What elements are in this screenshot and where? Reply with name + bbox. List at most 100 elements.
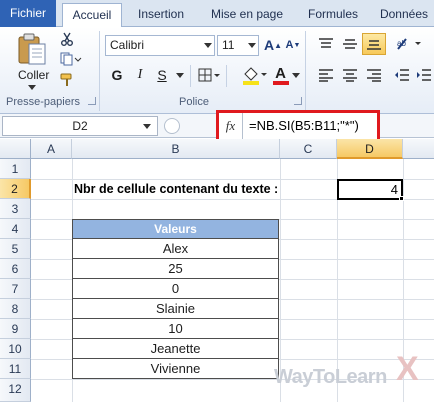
divider [190, 65, 191, 87]
row-header-5[interactable]: 5 [0, 239, 31, 259]
table-header-valeurs[interactable]: Valeurs [72, 219, 279, 239]
row-header-2[interactable]: 2 [0, 179, 31, 199]
align-right-button[interactable] [364, 65, 384, 85]
column-header-c[interactable]: C [280, 139, 337, 159]
cell-d2-result[interactable]: 4 [337, 179, 403, 200]
bold-icon: G [111, 67, 123, 83]
fill-handle[interactable] [399, 196, 404, 201]
watermark-x: X [396, 350, 419, 388]
row-header-9[interactable]: 9 [0, 319, 31, 339]
table-row[interactable]: Jeanette [72, 339, 279, 359]
bold-button[interactable]: G [107, 65, 127, 85]
paste-dropdown-icon[interactable] [28, 85, 36, 90]
align-middle-button[interactable] [340, 35, 360, 53]
italic-button[interactable]: I [130, 65, 150, 85]
decrease-indent-button[interactable] [392, 65, 412, 85]
column-header-d[interactable]: D [337, 139, 403, 159]
clipboard-launcher-icon[interactable] [88, 97, 96, 105]
column-header-a[interactable]: A [31, 139, 72, 159]
table-row[interactable]: Slainie [72, 299, 279, 319]
orientation-button[interactable]: ab [394, 34, 424, 54]
column-header-b[interactable]: B [72, 139, 280, 159]
chevron-down-icon [248, 43, 256, 48]
fill-color-button[interactable] [240, 63, 268, 87]
tab-page-layout[interactable]: Mise en page [204, 3, 290, 27]
align-left-icon [319, 69, 333, 82]
shrink-font-caret-icon: ▼ [293, 41, 301, 49]
font-group-label: Police [179, 96, 209, 108]
row-header-4[interactable]: 4 [0, 219, 31, 239]
table-row[interactable]: Alex [72, 239, 279, 259]
row-header-3[interactable]: 3 [0, 199, 31, 219]
group-separator [305, 31, 306, 111]
row-header-8[interactable]: 8 [0, 299, 31, 319]
tab-home[interactable]: Accueil [62, 3, 122, 28]
grow-font-icon: A [263, 37, 275, 53]
align-top-button[interactable] [316, 35, 336, 53]
format-painter-button[interactable] [58, 71, 76, 89]
formula-highlight-box: fx =NB.SI(B5:B11;"*") [216, 110, 380, 142]
table-row[interactable]: 25 [72, 259, 279, 279]
font-name-value: Calibri [110, 38, 145, 52]
chevron-down-icon [204, 43, 212, 48]
row-header-7[interactable]: 7 [0, 279, 31, 299]
align-center-icon [343, 69, 357, 82]
svg-text:ab: ab [397, 39, 406, 48]
table-row[interactable]: 0 [72, 279, 279, 299]
divider [226, 65, 227, 87]
underline-button[interactable]: S [152, 65, 172, 85]
paintbrush-icon [60, 73, 72, 86]
align-bottom-icon [367, 40, 381, 50]
row-header-12[interactable]: 12 [0, 379, 31, 402]
insert-function-button[interactable]: fx [219, 113, 243, 139]
underline-icon: S [157, 67, 167, 83]
chevron-down-icon [143, 124, 151, 129]
increase-indent-button[interactable] [414, 65, 434, 85]
paint-bucket-icon [243, 67, 267, 85]
font-size-select[interactable]: 11 [217, 35, 259, 56]
ribbon: Coller Presse-papiers Calibri 11 A ▲ A ▼… [0, 27, 434, 114]
font-color-button[interactable]: A [272, 63, 300, 87]
tab-formulas[interactable]: Formules [300, 3, 366, 27]
copy-button[interactable] [58, 50, 84, 68]
align-center-button[interactable] [340, 65, 360, 85]
watermark-logo: WayToLearn X [274, 350, 419, 389]
grow-font-button[interactable]: A ▲ [264, 36, 282, 54]
font-name-select[interactable]: Calibri [105, 35, 215, 56]
increase-indent-icon [417, 69, 431, 81]
select-all-corner[interactable] [0, 139, 31, 159]
italic-icon: I [137, 67, 143, 82]
scissors-icon [61, 32, 73, 46]
name-box-value: D2 [72, 119, 88, 133]
column-header-e[interactable] [403, 139, 434, 159]
spreadsheet-grid: A B C D 1 2 3 4 5 6 7 8 9 10 11 12 Nbr d… [0, 139, 434, 402]
borders-button[interactable] [196, 65, 222, 85]
shrink-font-button[interactable]: A ▼ [284, 36, 302, 54]
row-header-11[interactable]: 11 [0, 359, 31, 379]
formula-input[interactable]: =NB.SI(B5:B11;"*") [249, 113, 359, 139]
font-size-value: 11 [222, 38, 235, 52]
clipboard-icon [18, 33, 46, 65]
align-left-button[interactable] [316, 65, 336, 85]
cut-button[interactable] [58, 30, 76, 48]
underline-dropdown-icon[interactable] [176, 73, 184, 78]
tab-file[interactable]: Fichier [0, 0, 56, 27]
paste-button[interactable] [14, 31, 50, 67]
align-bottom-button[interactable] [362, 33, 386, 55]
tab-insert[interactable]: Insertion [130, 3, 192, 27]
name-box[interactable]: D2 [2, 116, 158, 136]
font-launcher-icon[interactable] [294, 97, 302, 105]
borders-icon [198, 68, 220, 82]
text-orientation-icon: ab [397, 38, 421, 50]
cell-b2-label[interactable]: Nbr de cellule contenant du texte : [74, 179, 278, 199]
paste-label[interactable]: Coller [18, 68, 49, 82]
table-row[interactable]: Vivienne [72, 359, 279, 379]
tab-data[interactable]: Données [376, 3, 432, 27]
formula-bar-toggle-icon[interactable] [164, 118, 180, 134]
row-header-1[interactable]: 1 [0, 159, 31, 179]
row-header-10[interactable]: 10 [0, 339, 31, 359]
clipboard-group-label: Presse-papiers [6, 96, 80, 108]
table-row[interactable]: 10 [72, 319, 279, 339]
grow-font-caret-icon: ▲ [274, 40, 283, 50]
row-header-6[interactable]: 6 [0, 259, 31, 279]
